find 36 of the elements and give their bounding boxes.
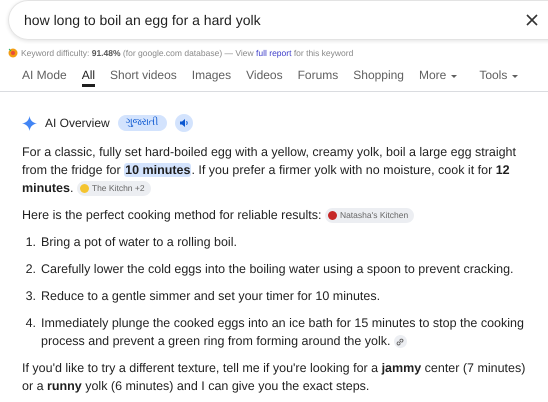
search-field[interactable]: how long to boil an egg for a hard yolk bbox=[8, 0, 548, 40]
caret-icon bbox=[512, 75, 518, 78]
tab[interactable]: More bbox=[418, 65, 458, 87]
tab[interactable]: Short videos bbox=[110, 65, 177, 87]
close-icon[interactable] bbox=[526, 14, 538, 26]
step-text: Carefully lower the cold eggs into the boiling water using a spoon to prevent cracking. bbox=[41, 261, 514, 278]
step-number: 3. bbox=[24, 288, 36, 305]
step-number: 4. bbox=[24, 315, 36, 332]
step-number: 2. bbox=[24, 261, 36, 278]
method-text: Here is the perfect cooking method for reliable results: Natasha's Kitchen bbox=[22, 206, 528, 224]
intro-paragraph: For a classic, fully set hard-boiled egg with a yellow, creamy yolk, boil a large egg straight from the fridge for 10 minutes. If you prefer a firmer yolk with no moisture, cook it for 12 minutes. The Kitchn +2 bbox=[22, 144, 517, 197]
caret-icon bbox=[451, 75, 458, 78]
step-number: 1. bbox=[24, 234, 36, 251]
tab[interactable]: Shopping bbox=[353, 65, 404, 87]
source-chip[interactable]: Natasha's Kitchen bbox=[324, 208, 414, 224]
sparkle-icon bbox=[22, 116, 37, 130]
link-button[interactable] bbox=[394, 335, 407, 348]
link-icon bbox=[396, 338, 404, 346]
closing-paragraph: If you'd like to try a different texture, tell me if you're looking for a jammy center (7 minutes) or a runny yolk (6 minutes) and I can give you the exact steps. bbox=[22, 360, 526, 395]
tab[interactable]: All bbox=[82, 65, 96, 87]
keyword-difficulty-text: Keyword difficulty: 91.48% (for google.com database) — View full report for this keyword bbox=[21, 48, 354, 58]
tab[interactable]: Forums bbox=[298, 65, 338, 87]
tab[interactable]: Tools bbox=[479, 65, 518, 87]
tab[interactable]: Videos bbox=[246, 65, 283, 87]
speaker-icon bbox=[178, 118, 189, 128]
speaker-button[interactable] bbox=[174, 114, 193, 132]
ai-overview-title: AI Overview bbox=[45, 115, 110, 132]
step-text: Immediately plunge the cooked eggs into an ice bath for 15 minutes to stop the cooking process and prevent a green ring from forming around the yolk. bbox=[41, 315, 525, 350]
source-chip[interactable]: The Kitchn +2 bbox=[76, 181, 151, 196]
tab[interactable]: AI Mode bbox=[22, 65, 67, 87]
flower-icon bbox=[8, 48, 18, 58]
language-chip[interactable]: ગુજરાતી bbox=[118, 115, 167, 131]
tab[interactable]: Images bbox=[192, 65, 232, 87]
step-text: Bring a pot of water to a rolling boil. bbox=[41, 234, 237, 251]
step-text: Reduce to a gentle simmer and set your timer for 10 minutes. bbox=[41, 288, 380, 305]
full-report-link[interactable]: full report bbox=[256, 48, 292, 58]
